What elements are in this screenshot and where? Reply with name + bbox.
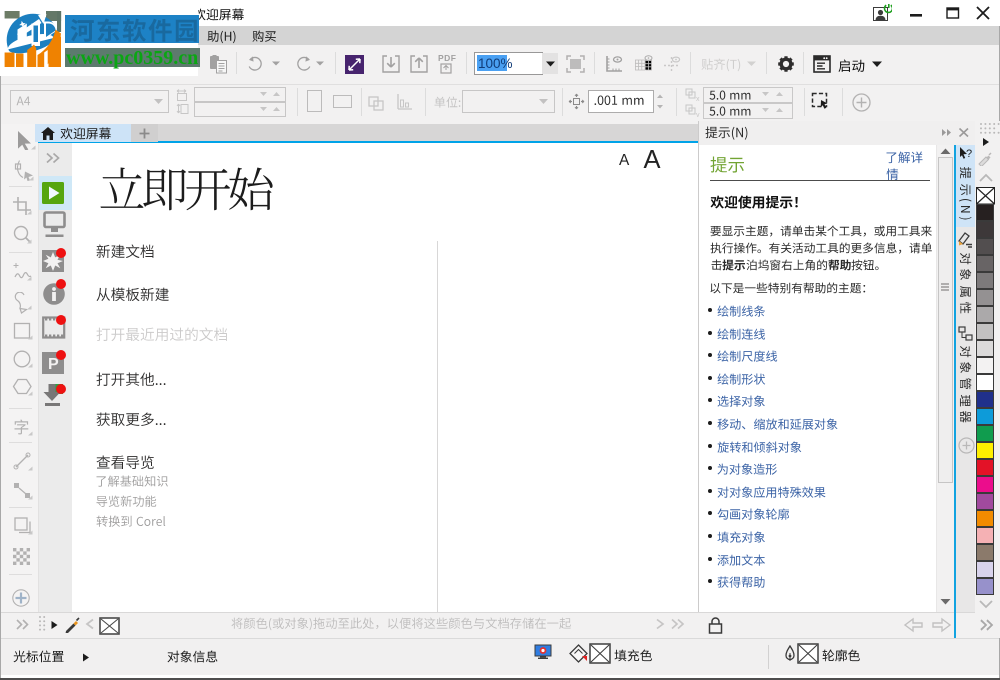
svg-text:y: y <box>696 112 700 117</box>
svg-text:x: x <box>696 96 700 101</box>
svg-text:?: ? <box>966 148 972 160</box>
